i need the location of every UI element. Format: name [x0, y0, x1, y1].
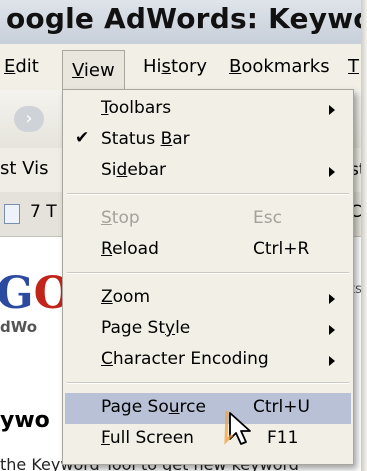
menu-item-page-source[interactable]: Page Source Ctrl+U: [65, 393, 351, 424]
logo-subtext: dWo: [0, 318, 38, 336]
submenu-arrow-icon: [329, 294, 335, 304]
forward-arrow-icon[interactable]: ›: [14, 106, 44, 132]
shortcut-reload: Ctrl+R: [253, 239, 310, 259]
menu-view[interactable]: View: [62, 50, 125, 91]
menu-separator: [67, 382, 349, 384]
title-bar: oogle AdWords: Keyword: [0, 0, 361, 44]
menu-item-zoom[interactable]: Zoom: [63, 283, 353, 314]
shortcut-full-screen: F11: [267, 428, 299, 448]
menu-item-reload[interactable]: Reload Ctrl+R: [63, 235, 353, 266]
menu-item-stop: Stop Esc: [101, 208, 282, 228]
menu-separator: [67, 193, 349, 195]
checkmark-icon: ✔: [75, 128, 90, 148]
bookmark-most-visited[interactable]: st Vis: [0, 158, 48, 179]
window-shadow: [361, 0, 367, 471]
menu-item-character-encoding[interactable]: Character Encoding: [63, 345, 353, 376]
submenu-arrow-icon: [329, 356, 335, 366]
menu-item-toolbars[interactable]: Toolbars: [63, 94, 353, 125]
menu-edit[interactable]: Edit: [4, 56, 39, 77]
page-heading: ywo: [0, 408, 50, 433]
window-title: oogle AdWords: Keyword: [6, 2, 361, 35]
menu-bar: Edit View History Bookmarks T: [0, 44, 361, 91]
menu-item-status-bar[interactable]: ✔ Status Bar: [63, 125, 353, 156]
menu-history[interactable]: History: [143, 56, 207, 77]
tab-label[interactable]: 7 T: [30, 202, 57, 222]
menu-item-full-screen[interactable]: Full Screen F11: [63, 424, 353, 455]
view-menu-dropdown: Toolbars ✔ Status Bar Sidebar Stop Esc R…: [62, 89, 354, 465]
menu-item-sidebar[interactable]: Sidebar: [63, 156, 353, 187]
menu-separator: [67, 272, 349, 274]
submenu-arrow-icon: [329, 105, 335, 115]
mouse-pointer-icon: [224, 410, 251, 445]
menu-bookmarks[interactable]: Bookmarks: [229, 56, 330, 77]
submenu-arrow-icon: [329, 325, 335, 335]
menu-tools[interactable]: T: [348, 56, 359, 77]
menu-item-page-style[interactable]: Page Style: [63, 314, 353, 345]
page-icon: [4, 204, 20, 224]
submenu-arrow-icon: [329, 167, 335, 177]
shortcut-stop: Esc: [253, 208, 282, 228]
